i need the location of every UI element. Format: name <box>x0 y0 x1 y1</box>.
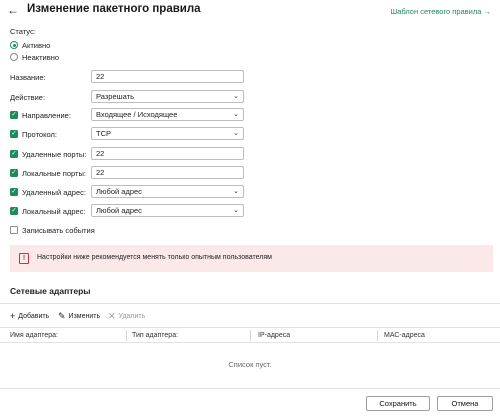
chevron-down-icon: ⌄ <box>233 207 239 214</box>
log-events-checkbox[interactable] <box>10 226 18 234</box>
protocol-select[interactable]: TCP ⌄ <box>91 127 244 140</box>
direction-checkbox[interactable]: ✓ <box>10 111 18 119</box>
column-separator <box>250 330 251 341</box>
name-input[interactable]: 22 <box>91 70 244 83</box>
adapters-title: Сетевые адаптеры <box>10 286 91 296</box>
pencil-icon: ✎ <box>58 311 66 321</box>
action-label: Действие: <box>10 93 46 102</box>
direction-select[interactable]: Входящее / Исходящее ⌄ <box>91 108 244 121</box>
close-icon: ✕ <box>108 311 116 321</box>
chevron-down-icon: ⌄ <box>233 93 239 100</box>
local-ports-label: Локальные порты: <box>22 169 86 178</box>
page-title: Изменение пакетного правила <box>27 3 201 15</box>
status-inactive-label: Неактивно <box>22 52 60 62</box>
header: ← Изменение пакетного правила Шаблон сет… <box>0 0 500 22</box>
action-select[interactable]: Разрешать ⌄ <box>91 90 244 103</box>
radio-unselected-icon <box>10 53 18 61</box>
status-active-radio[interactable]: Активно <box>10 40 50 50</box>
back-arrow-icon[interactable]: ← <box>5 2 21 18</box>
warning-banner: ! Настройки ниже рекомендуется менять то… <box>10 245 493 272</box>
local-address-select[interactable]: Любой адрес ⌄ <box>91 204 244 217</box>
column-header-mac[interactable]: МАС-адреса <box>384 332 425 339</box>
chevron-down-icon: ⌄ <box>233 130 239 137</box>
column-header-ip[interactable]: IP-адреса <box>258 332 290 339</box>
status-inactive-radio[interactable]: Неактивно <box>10 52 59 62</box>
footer-divider <box>0 388 500 389</box>
table-top-border <box>0 327 500 328</box>
remote-ports-label: Удаленные порты: <box>22 150 87 159</box>
edit-label: Изменить <box>68 312 101 320</box>
local-address-value: Любой адрес <box>96 206 142 215</box>
delete-adapter-button[interactable]: ✕ Удалить <box>108 310 145 322</box>
local-ports-checkbox[interactable]: ✓ <box>10 169 18 177</box>
status-label: Статус: <box>10 27 36 36</box>
remote-ports-input[interactable]: 22 <box>91 147 244 160</box>
divider <box>0 303 500 304</box>
warning-icon: ! <box>19 253 29 264</box>
radio-selected-icon <box>10 41 18 49</box>
edit-adapter-button[interactable]: ✎ Изменить <box>58 310 100 322</box>
column-separator <box>377 330 378 341</box>
delete-label: Удалить <box>118 312 146 320</box>
empty-list-text: Список пуст. <box>228 360 272 369</box>
protocol-value: TCP <box>96 129 111 138</box>
cancel-button[interactable]: Отмена <box>437 396 493 411</box>
remote-address-label: Удаленный адрес: <box>22 188 86 197</box>
local-address-label: Локальный адрес: <box>22 207 86 216</box>
local-address-checkbox[interactable]: ✓ <box>10 207 18 215</box>
protocol-checkbox[interactable]: ✓ <box>10 130 18 138</box>
remote-ports-checkbox[interactable]: ✓ <box>10 150 18 158</box>
direction-label: Направление: <box>22 111 71 120</box>
action-value: Разрешать <box>96 92 134 101</box>
column-separator <box>126 330 127 341</box>
name-label: Название: <box>10 73 46 82</box>
remote-address-checkbox[interactable]: ✓ <box>10 188 18 196</box>
direction-value: Входящее / Исходящее <box>96 110 178 119</box>
chevron-down-icon: ⌄ <box>233 111 239 118</box>
local-ports-input[interactable]: 22 <box>91 166 244 179</box>
add-label: Добавить <box>18 312 50 320</box>
template-link[interactable]: Шаблон сетевого правила → <box>390 7 491 16</box>
status-active-label: Активно <box>22 40 51 50</box>
chevron-down-icon: ⌄ <box>233 188 239 195</box>
warning-text: Настройки ниже рекомендуется менять толь… <box>37 254 272 261</box>
remote-address-value: Любой адрес <box>96 187 142 196</box>
plus-icon: + <box>10 311 16 321</box>
table-header-border <box>0 342 500 343</box>
column-header-type[interactable]: Тип адаптера: <box>132 332 178 339</box>
column-header-name[interactable]: Имя адаптера: <box>10 332 58 339</box>
log-events-label: Записывать события <box>22 226 95 235</box>
save-button[interactable]: Сохранить <box>366 396 430 411</box>
add-adapter-button[interactable]: + Добавить <box>10 310 49 322</box>
protocol-label: Протокол: <box>22 130 57 139</box>
remote-address-select[interactable]: Любой адрес ⌄ <box>91 185 244 198</box>
